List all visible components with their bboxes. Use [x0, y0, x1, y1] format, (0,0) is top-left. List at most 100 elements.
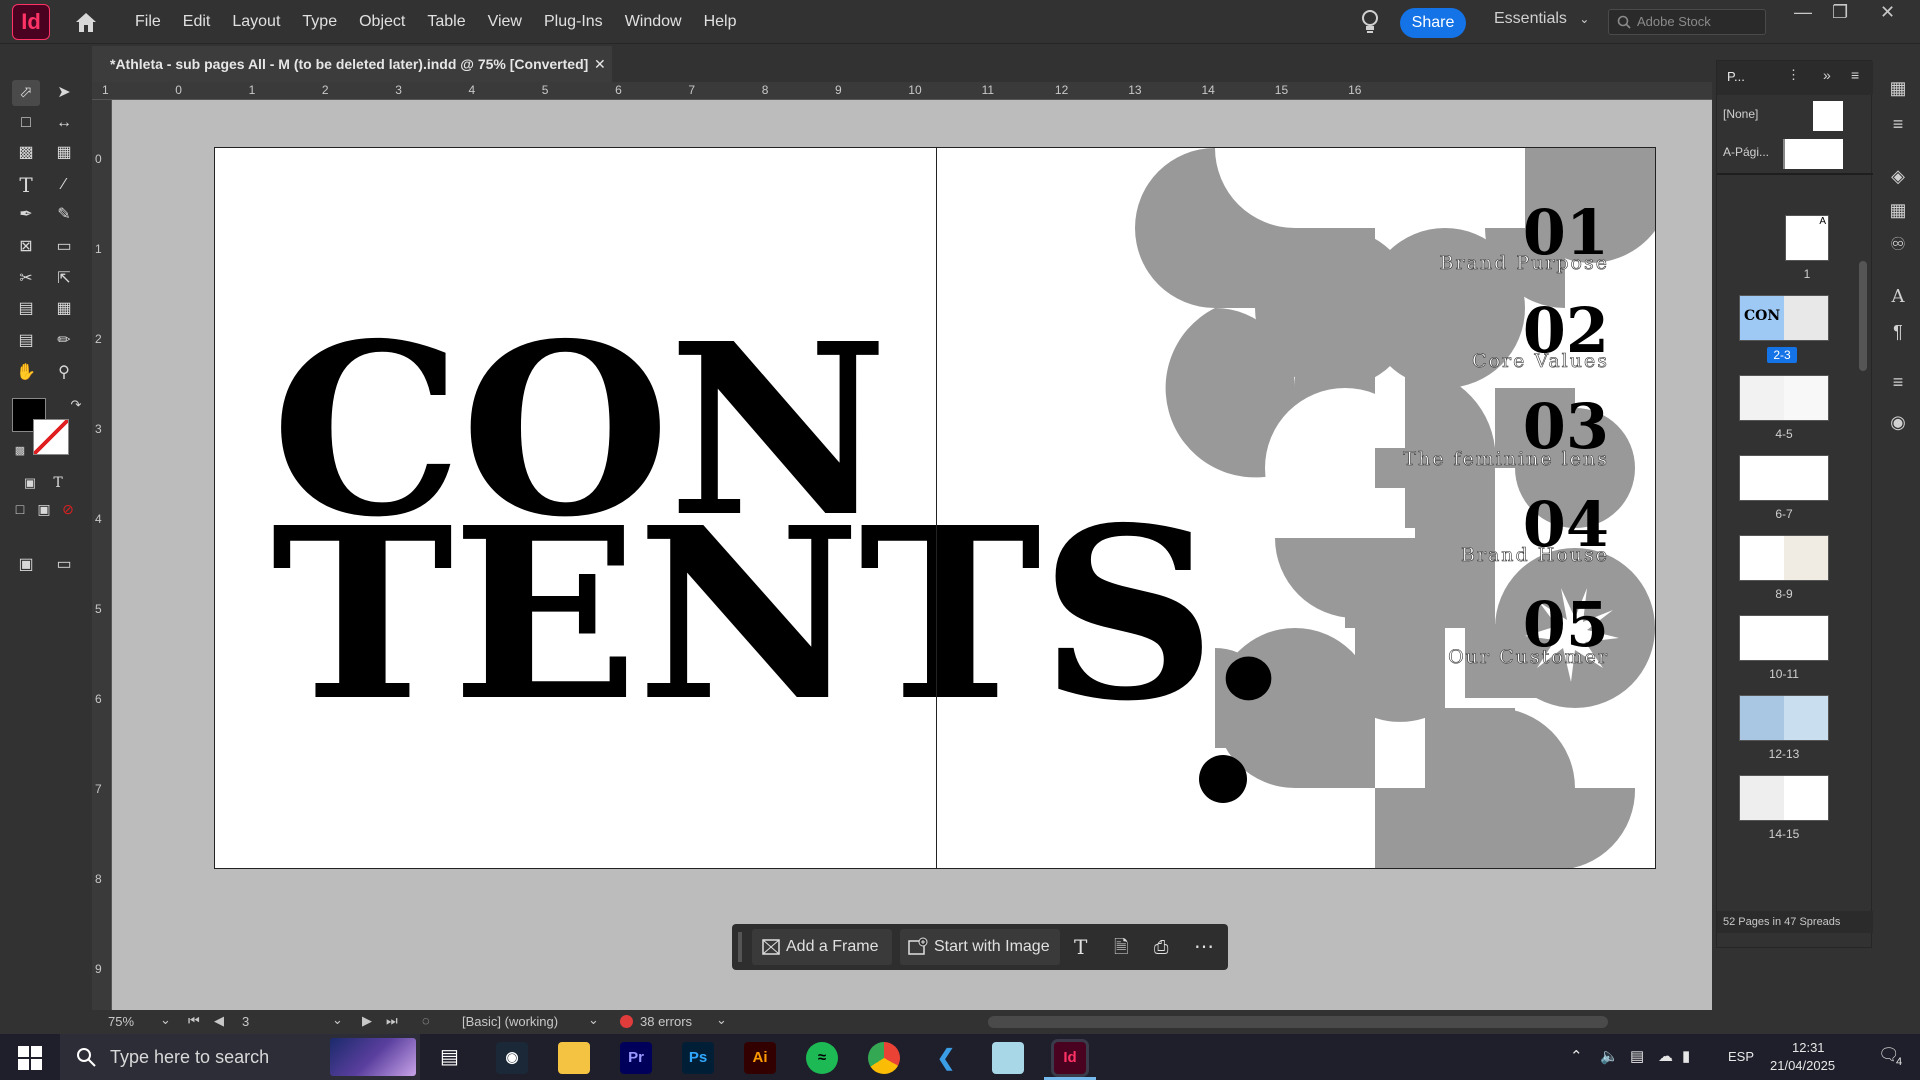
- document-icon[interactable]: 🗎: [1114, 929, 1128, 965]
- apply-none-icon[interactable]: ⊘: [54, 496, 82, 522]
- menu-layout[interactable]: Layout: [221, 0, 291, 44]
- links-icon[interactable]: ♾: [1886, 234, 1910, 256]
- restore-icon[interactable]: ❐: [1832, 2, 1848, 23]
- pen-tool-icon[interactable]: ✒: [12, 202, 40, 228]
- pages-tab[interactable]: P...: [1727, 69, 1745, 84]
- add-frame-button[interactable]: Add a Frame: [752, 929, 892, 965]
- add-page-icon[interactable]: ⎙: [1154, 929, 1168, 965]
- gradient-swatch-tool-icon[interactable]: ▤: [12, 296, 40, 322]
- toc-label-3[interactable]: The feminine lens: [1403, 448, 1609, 471]
- chevron-down-icon[interactable]: ⌄: [588, 1012, 599, 1028]
- menu-help[interactable]: Help: [693, 0, 748, 44]
- page-thumb-4-5[interactable]: [1739, 375, 1829, 421]
- line-tool-icon[interactable]: ∕: [50, 172, 78, 198]
- speaker-icon[interactable]: 🔈: [1600, 1047, 1619, 1065]
- network-icon[interactable]: ▤: [1630, 1047, 1644, 1065]
- page-thumb-10-11[interactable]: [1739, 615, 1829, 661]
- page-thumb-14-15[interactable]: [1739, 775, 1829, 821]
- premiere-app-icon[interactable]: Pr: [620, 1042, 652, 1074]
- photoshop-app-icon[interactable]: Ps: [682, 1042, 714, 1074]
- scissors-tool-icon[interactable]: ✂: [12, 266, 40, 292]
- illustrator-app-icon[interactable]: Ai: [744, 1042, 776, 1074]
- toc-label-4[interactable]: Brand House: [1461, 544, 1609, 567]
- cc-libraries-icon[interactable]: ≡: [1886, 114, 1910, 136]
- close-icon[interactable]: ✕: [1880, 2, 1895, 23]
- workspace-switcher[interactable]: Essentials ⌄: [1494, 10, 1589, 28]
- swatches-icon[interactable]: ◉: [1886, 412, 1910, 434]
- prev-page-icon[interactable]: ◀: [214, 1013, 224, 1029]
- error-count[interactable]: 38 errors: [640, 1014, 692, 1029]
- zoom-level[interactable]: 75%: [108, 1014, 134, 1029]
- menu-edit[interactable]: Edit: [172, 0, 222, 44]
- clock-date[interactable]: 21/04/2025: [1770, 1058, 1835, 1073]
- page-thumb-2-3[interactable]: CON: [1739, 295, 1829, 341]
- content-collector-icon[interactable]: ▩: [12, 140, 40, 166]
- pages-scrollbar[interactable]: [1859, 261, 1867, 371]
- direct-selection-tool-icon[interactable]: ➤: [50, 80, 78, 106]
- chrome-app-icon[interactable]: [868, 1042, 900, 1074]
- stroke-icon[interactable]: ≡: [1886, 372, 1910, 394]
- menu-plugins[interactable]: Plug-Ins: [533, 0, 614, 44]
- master-none-row[interactable]: [None]: [1717, 97, 1873, 131]
- menu-type[interactable]: Type: [291, 0, 348, 44]
- view-mode-icon[interactable]: ▭: [50, 552, 78, 578]
- collapse-panel-icon[interactable]: »: [1823, 67, 1831, 83]
- panel-menu-icon[interactable]: ⋮: [1787, 67, 1800, 83]
- zoom-tool-icon[interactable]: ⚲: [50, 360, 78, 386]
- gradient-feather-tool-icon[interactable]: ▦: [50, 296, 78, 322]
- toc-label-1[interactable]: Brand Purpose: [1439, 252, 1609, 275]
- indesign-app-icon[interactable]: Id: [1051, 1039, 1089, 1077]
- next-page-icon[interactable]: ▶: [362, 1013, 372, 1029]
- eyedropper-tool-icon[interactable]: ✏: [50, 328, 78, 354]
- chevron-down-icon[interactable]: ⌄: [332, 1012, 343, 1028]
- rectangle-frame-tool-icon[interactable]: ⊠: [12, 234, 40, 260]
- share-button[interactable]: Share: [1400, 8, 1466, 38]
- generic-app-icon[interactable]: [992, 1042, 1024, 1074]
- more-options-icon[interactable]: ⋯: [1194, 929, 1214, 965]
- paragraph-icon[interactable]: ¶: [1886, 322, 1910, 344]
- menu-window[interactable]: Window: [614, 0, 693, 44]
- menu-file[interactable]: File: [124, 0, 172, 44]
- preflight-icon[interactable]: ◌: [422, 1013, 430, 1028]
- battery-icon[interactable]: ▮: [1682, 1047, 1690, 1065]
- last-page-icon[interactable]: ⏭: [386, 1013, 398, 1029]
- pages-icon[interactable]: ▦: [1886, 200, 1910, 222]
- swap-fill-stroke-icon[interactable]: ↷: [62, 392, 90, 418]
- windows-start-icon[interactable]: [18, 1046, 42, 1070]
- page-thumb-8-9[interactable]: [1739, 535, 1829, 581]
- page-number-field[interactable]: 3: [242, 1014, 249, 1029]
- menu-view[interactable]: View: [477, 0, 533, 44]
- page-tool-icon[interactable]: □: [12, 110, 40, 136]
- properties-icon[interactable]: ▦: [1886, 78, 1910, 100]
- character-icon[interactable]: A: [1886, 286, 1910, 308]
- page-thumb-6-7[interactable]: [1739, 455, 1829, 501]
- page-thumb-1[interactable]: A: [1785, 215, 1829, 261]
- layers-icon[interactable]: ◈: [1886, 166, 1910, 188]
- steam-app-icon[interactable]: ◉: [496, 1042, 528, 1074]
- show-hidden-icons[interactable]: ⌃: [1570, 1047, 1583, 1065]
- formatting-text-icon[interactable]: T: [44, 470, 72, 496]
- taskbar-search[interactable]: Type here to search: [60, 1034, 420, 1080]
- master-a-row[interactable]: A-Pági...: [1717, 135, 1873, 169]
- vscode-app-icon[interactable]: ❮: [930, 1042, 962, 1074]
- gap-tool-icon[interactable]: ↔: [50, 110, 78, 136]
- file-explorer-app-icon[interactable]: [558, 1042, 590, 1074]
- toc-label-2[interactable]: Core Values: [1472, 350, 1609, 373]
- selection-tool-icon[interactable]: ⬀: [12, 80, 40, 106]
- task-view-icon[interactable]: ▤: [440, 1044, 459, 1069]
- start-with-image-button[interactable]: Start with Image: [900, 929, 1060, 965]
- menu-table[interactable]: Table: [416, 0, 476, 44]
- screen-mode-icon[interactable]: ▣: [12, 552, 40, 578]
- page-thumb-12-13[interactable]: [1739, 695, 1829, 741]
- close-tab-icon[interactable]: ✕: [594, 46, 606, 82]
- lightbulb-icon[interactable]: [1360, 9, 1380, 35]
- toc-label-5[interactable]: Our Customer: [1448, 646, 1609, 669]
- default-fill-stroke-icon[interactable]: ▩: [6, 438, 34, 464]
- spotify-app-icon[interactable]: ≈: [806, 1042, 838, 1074]
- rectangle-tool-icon[interactable]: ▭: [50, 234, 78, 260]
- minimize-icon[interactable]: —: [1794, 2, 1812, 23]
- text-frame-icon[interactable]: T: [1074, 929, 1087, 965]
- formatting-container-icon[interactable]: ▣: [16, 470, 44, 496]
- chevron-down-icon[interactable]: ⌄: [716, 1012, 727, 1028]
- clock-time[interactable]: 12:31: [1792, 1040, 1825, 1055]
